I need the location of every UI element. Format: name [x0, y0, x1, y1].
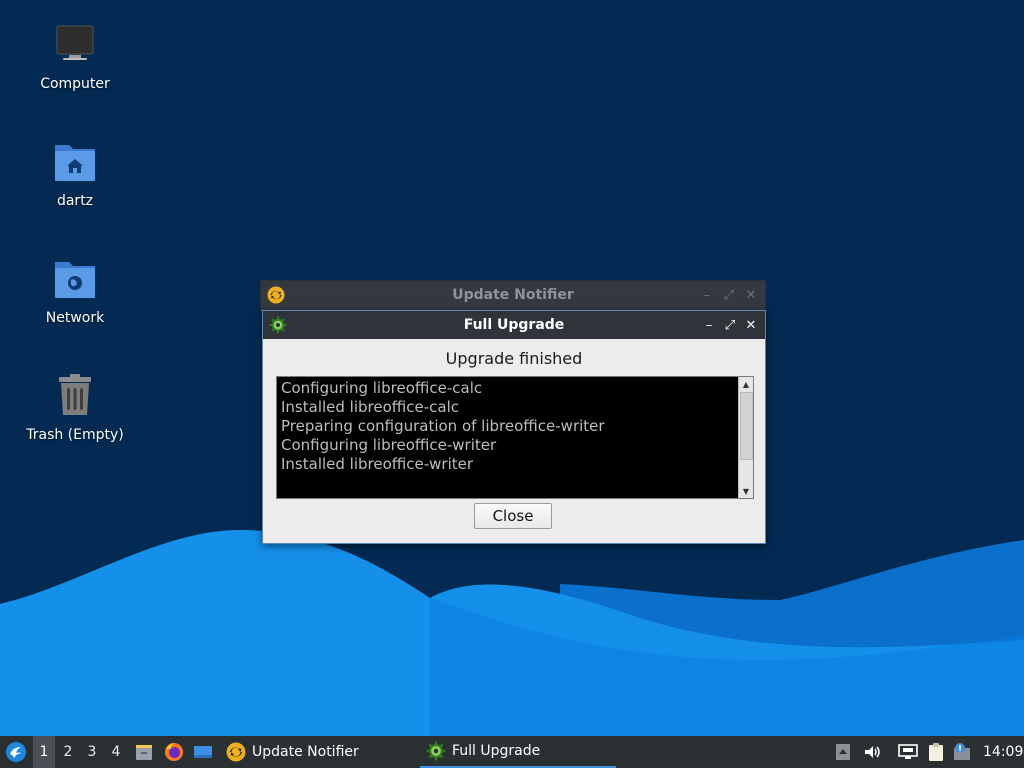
full-upgrade-dialog[interactable]: Full Upgrade – ⤢ ✕ Upgrade finished Conf…: [262, 310, 766, 544]
desktop-icon-dartz[interactable]: dartz: [15, 139, 135, 209]
scrollbar-thumb[interactable]: [740, 392, 753, 460]
desktop-icon-label: Computer: [40, 76, 110, 92]
desktop-icon-label: dartz: [56, 193, 94, 209]
firefox-launcher[interactable]: [163, 736, 185, 768]
gear-icon: [269, 316, 287, 334]
update-notifier-window[interactable]: Update Notifier – ⤢ ✕: [260, 280, 766, 312]
maximize-button[interactable]: ⤢: [720, 311, 740, 339]
desktop-icon-label: Trash (Empty): [26, 427, 124, 443]
desktop-icon-label: Network: [45, 310, 105, 326]
task-full-upgrade[interactable]: Full Upgrade: [420, 736, 616, 768]
task-label: Full Upgrade: [452, 743, 541, 759]
scroll-up-arrow-icon[interactable]: ▲: [739, 377, 753, 391]
network-folder-icon: [51, 256, 99, 304]
log-line: Configuring libreoffice-calc: [281, 379, 483, 397]
clipboard-icon[interactable]: [925, 736, 947, 768]
upgrade-status: Upgrade finished: [445, 349, 583, 368]
log-line: Preparing configuration of libreoffice-w…: [281, 417, 605, 435]
show-desktop-icon: [194, 746, 212, 758]
volume-icon[interactable]: [861, 736, 883, 768]
gear-icon: [426, 741, 446, 761]
start-menu-button[interactable]: [4, 736, 28, 768]
update-available-icon[interactable]: [951, 736, 973, 768]
log-line: Configuring libreoffice-writer: [281, 436, 497, 454]
task-label: Update Notifier: [252, 744, 359, 760]
log-line: Installed libreoffice-calc: [281, 398, 460, 416]
workspace-3[interactable]: 3: [81, 736, 103, 768]
file-manager-icon: [136, 745, 152, 760]
log-scrollbar[interactable]: ▲ ▼: [738, 377, 753, 498]
desktop-icon-computer[interactable]: Computer: [15, 22, 135, 92]
tray-up-arrow-icon[interactable]: [832, 736, 854, 768]
close-button[interactable]: ✕: [741, 311, 761, 339]
workspace-4[interactable]: 4: [105, 736, 127, 768]
dialog-titlebar[interactable]: Full Upgrade – ⤢ ✕: [263, 311, 765, 339]
update-notifier-icon: [267, 286, 285, 304]
workspace-2[interactable]: 2: [57, 736, 79, 768]
workspace-1[interactable]: 1: [33, 736, 55, 768]
upgrade-log[interactable]: Configuring libreoffice-calc Installed l…: [276, 376, 754, 499]
desktop-icon-network[interactable]: Network: [15, 256, 135, 326]
window-titlebar[interactable]: Update Notifier – ⤢ ✕: [261, 281, 765, 309]
window-title: Update Notifier: [452, 287, 574, 303]
file-manager-launcher[interactable]: [133, 736, 155, 768]
minimize-button[interactable]: –: [699, 311, 719, 339]
log-line: Installed libreoffice-writer: [281, 455, 474, 473]
lubuntu-logo-icon: [6, 742, 26, 762]
firefox-icon: [165, 743, 183, 761]
minimize-button[interactable]: –: [697, 281, 717, 309]
taskbar: 1 2 3 4 Update Notifier Full Upgrade 14:…: [0, 736, 1024, 768]
desktop-show-button[interactable]: [192, 736, 214, 768]
home-folder-icon: [51, 139, 99, 187]
update-notifier-icon: [226, 742, 246, 762]
close-dialog-button[interactable]: Close: [474, 503, 552, 529]
clock[interactable]: 14:09: [983, 736, 1023, 768]
trash-icon: [51, 373, 99, 421]
computer-icon: [51, 22, 99, 70]
scroll-down-arrow-icon[interactable]: ▼: [739, 484, 753, 498]
maximize-button[interactable]: ⤢: [719, 281, 739, 309]
dialog-title: Full Upgrade: [463, 317, 565, 333]
task-update-notifier[interactable]: Update Notifier: [220, 736, 365, 768]
desktop-icon-trash[interactable]: Trash (Empty): [15, 373, 135, 443]
close-button[interactable]: ✕: [741, 281, 761, 309]
network-icon[interactable]: [897, 736, 919, 768]
